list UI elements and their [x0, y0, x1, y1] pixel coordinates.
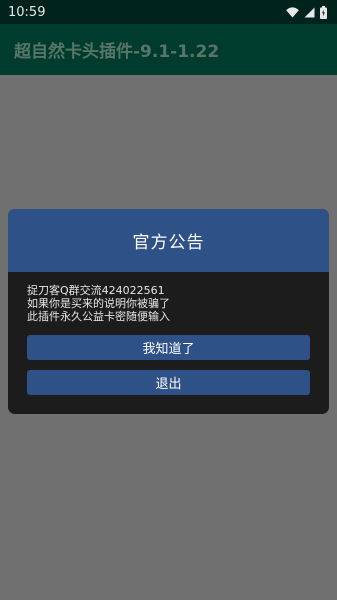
wifi-icon — [286, 6, 299, 18]
signal-icon — [304, 7, 315, 18]
status-icons — [286, 5, 327, 19]
message-line-free-key: 此插件永久公益卡密随便输入 — [27, 310, 170, 323]
acknowledge-button[interactable]: 我知道了 — [27, 335, 310, 360]
dialog-header: 官方公告 — [8, 209, 329, 272]
status-bar: 10:59 — [0, 0, 337, 24]
announcement-dialog: 官方公告 捉刀客Q群交流424022561 如果你是买来的说明你被骗了 此插件永… — [8, 209, 329, 414]
dialog-message: 捉刀客Q群交流424022561 如果你是买来的说明你被骗了 此插件永久公益卡密… — [8, 272, 329, 323]
app-title: 超自然卡头插件-9.1-1.22 — [14, 42, 220, 62]
battery-icon — [320, 5, 327, 19]
message-line-qq-group: 捉刀客Q群交流424022561 — [27, 284, 165, 297]
dialog-title: 官方公告 — [132, 233, 205, 253]
app-bar: 超自然卡头插件-9.1-1.22 — [0, 24, 337, 75]
exit-button[interactable]: 退出 — [27, 370, 310, 395]
status-time: 10:59 — [8, 4, 46, 20]
message-line-scam-warning: 如果你是买来的说明你被骗了 — [27, 297, 170, 310]
